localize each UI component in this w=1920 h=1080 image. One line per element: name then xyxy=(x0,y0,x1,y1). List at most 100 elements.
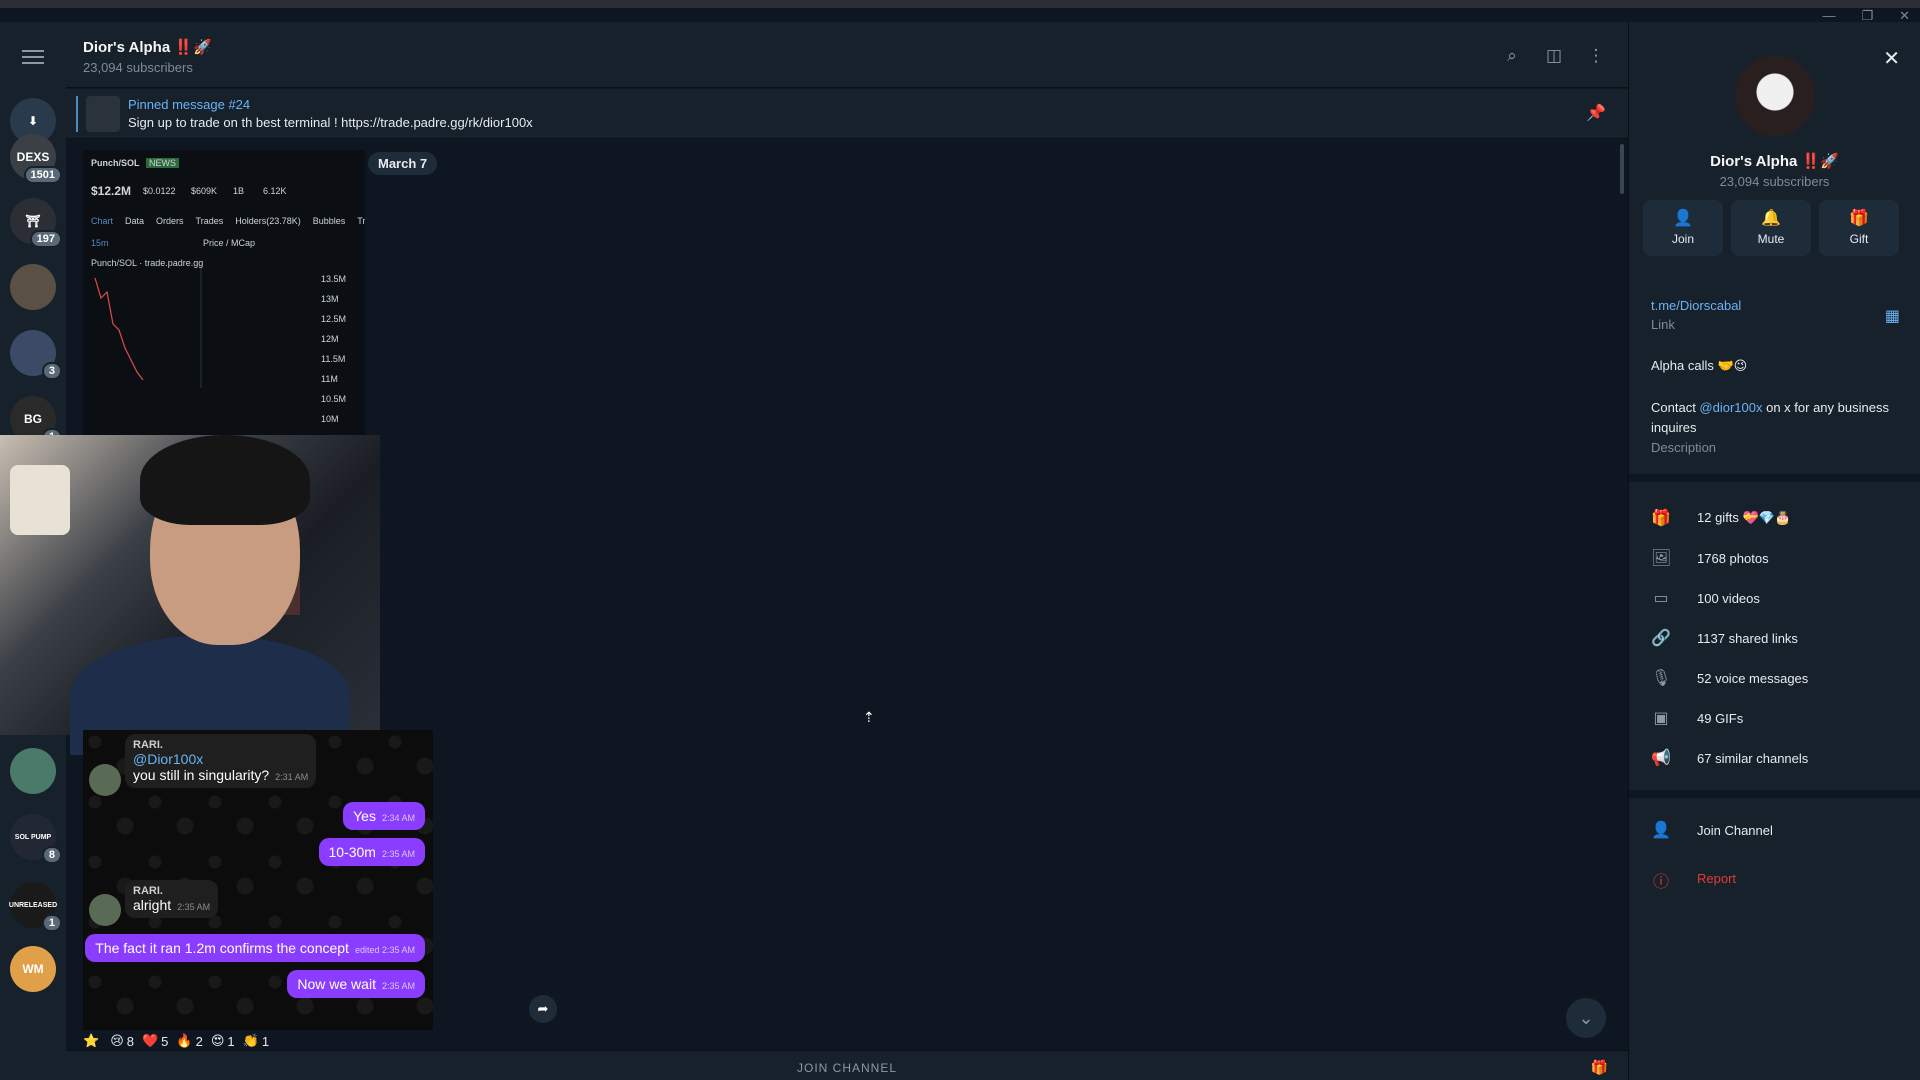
sidebar-chat-label: UNRELEASED xyxy=(8,901,58,909)
chart-tab: Data xyxy=(125,216,145,226)
gift-icon: 🎁 xyxy=(1849,210,1869,227)
scroll-down-button[interactable]: ⌄ xyxy=(1566,998,1606,1038)
media-stat-row[interactable]: 🎙 52 voice messages xyxy=(1651,668,1808,688)
y-tick-label: 11.5M xyxy=(321,354,346,364)
reaction-count: 8 xyxy=(126,1033,134,1049)
media-stat-row[interactable]: 🔗 1137 shared links xyxy=(1651,628,1798,648)
scrollbar[interactable] xyxy=(1620,144,1624,194)
y-tick-label: 10.5M xyxy=(321,394,347,404)
chart-tab: Bubbles xyxy=(312,216,346,226)
chart-tab: Trades xyxy=(195,216,224,226)
webcam-overlay xyxy=(0,435,380,755)
reaction-chip[interactable]: 😍 1 xyxy=(211,1033,235,1049)
media-stat-label: 49 GIFs xyxy=(1697,710,1744,726)
link-icon: 🔗 xyxy=(1651,630,1671,647)
join-button[interactable]: 👤 Join xyxy=(1643,200,1723,256)
unread-badge: 8 xyxy=(41,846,62,864)
reaction-chip[interactable]: ❤️ 5 xyxy=(142,1033,168,1049)
sidebar-chat-avatar[interactable] xyxy=(10,748,56,794)
y-tick-label: 12.5M xyxy=(321,314,347,324)
pair-label: Punch/SOL xyxy=(91,158,140,168)
gift-button[interactable]: 🎁 Gift xyxy=(1819,200,1899,256)
reaction-chip[interactable]: 😢 8 xyxy=(110,1033,134,1049)
reaction-count: 5 xyxy=(161,1033,169,1049)
media-stat-row[interactable]: 📢 67 similar channels xyxy=(1651,748,1808,768)
microphone-icon: 🎙 xyxy=(1651,670,1672,687)
mcap-value: $12.2M xyxy=(91,184,132,198)
pinned-title: Pinned message #24 xyxy=(128,97,251,112)
mute-button[interactable]: 🔔 Mute xyxy=(1731,200,1811,256)
sidebar-chat-avatar[interactable]: 3 xyxy=(10,330,62,380)
sidebar-chat-label: ⛩ xyxy=(25,214,41,228)
outgoing-message: Yes 2:34 AM xyxy=(343,802,425,830)
media-stat-row[interactable]: ▣ 49 GIFs xyxy=(1651,708,1743,728)
join-channel-action[interactable]: 👤 Join Channel xyxy=(1651,820,1773,840)
media-stat-row[interactable]: 🎁 12 gifts 💝💎🎂 xyxy=(1651,508,1791,528)
chart-tab: Trad xyxy=(357,216,365,226)
mouse-cursor: ⇡ xyxy=(863,709,875,725)
sidebar-chat-avatar[interactable]: ⛩ 197 xyxy=(10,198,62,248)
add-user-icon: 👤 xyxy=(1651,822,1671,839)
liquidity-value: $609K xyxy=(191,186,218,196)
mention-link: @Dior100x xyxy=(133,751,204,767)
y-tick-label: 11M xyxy=(321,374,338,384)
sidebar-chat-avatar[interactable]: UNRELEASED 1 xyxy=(8,882,62,932)
hamburger-menu-icon[interactable] xyxy=(22,50,44,64)
divider xyxy=(1629,790,1920,798)
unread-badge: 1501 xyxy=(23,166,62,184)
more-vertical-icon[interactable]: ⋮ xyxy=(1586,46,1606,66)
sender-name: RARI. xyxy=(133,885,163,897)
reaction-chip[interactable]: 👏 1 xyxy=(243,1033,269,1049)
chart-screenshot-image[interactable]: Punch/SOL NEWS $12.2M $0.0122 $609K 1B 6… xyxy=(83,150,365,436)
lamp-shape xyxy=(10,465,70,535)
pinned-list-icon[interactable]: 📌 xyxy=(1586,103,1606,123)
y-tick-label: 12M xyxy=(321,334,339,344)
message-area[interactable]: Punch/SOL NEWS $12.2M $0.0122 $609K 1B 6… xyxy=(0,140,1628,1050)
pinned-indicator xyxy=(76,96,78,132)
divider xyxy=(1629,474,1920,482)
message-text: The fact it ran 1.2m confirms the concep… xyxy=(95,940,349,956)
qr-code-icon[interactable]: ▦ xyxy=(1885,306,1900,326)
message-time: 2:35 AM xyxy=(381,849,415,859)
news-tag: NEWS xyxy=(146,158,180,168)
forward-icon[interactable]: ➦ xyxy=(529,995,557,1023)
channel-link[interactable]: t.me/Diorscabal xyxy=(1651,298,1741,313)
close-icon[interactable]: ✕ xyxy=(1883,46,1900,71)
sidebar-chat-avatar[interactable] xyxy=(10,264,56,310)
channel-title[interactable]: Dior's Alpha ‼️🚀 xyxy=(83,38,212,56)
sidebar-toggle-icon[interactable]: ◫ xyxy=(1544,46,1564,66)
reaction-emoji: 😍 xyxy=(210,1033,225,1048)
y-tick-label: 10M xyxy=(321,414,339,424)
pinned-message-bar[interactable]: Pinned message #24 Sign up to trade on t… xyxy=(66,89,1628,139)
message-time: edited 2:35 AM xyxy=(354,945,415,955)
sidebar-chat-avatar[interactable]: WM xyxy=(10,946,56,992)
message-time: 2:35 AM xyxy=(177,902,211,912)
join-channel-button[interactable]: JOIN CHANNEL xyxy=(66,1061,1628,1075)
media-stat-row[interactable]: ▭ 100 videos xyxy=(1651,588,1759,608)
gift-icon[interactable]: 🎁 xyxy=(1591,1059,1608,1076)
sidebar-chat-avatar[interactable]: DEXS 1501 xyxy=(10,134,62,184)
contact-mention[interactable]: @dior100x xyxy=(1699,400,1762,415)
panel-channel-name: Dior's Alpha ‼️🚀 xyxy=(1710,153,1839,170)
unread-badge: 197 xyxy=(29,230,62,248)
bottom-bar: JOIN CHANNEL 🎁 xyxy=(66,1050,1628,1080)
channel-info-panel: ✕ Dior's Alpha ‼️🚀 23,094 subscribers 👤 J… xyxy=(1628,22,1920,1080)
report-label: Report xyxy=(1697,870,1737,886)
about-text: Alpha calls 🤝😉 xyxy=(1651,358,1748,373)
report-action[interactable]: ⓘ Report xyxy=(1651,868,1737,892)
channel-avatar[interactable] xyxy=(1735,56,1815,136)
supply-value: 1B xyxy=(233,186,245,196)
reaction-chip[interactable]: 🔥 2 xyxy=(176,1033,202,1049)
media-stat-row[interactable]: 🖼 1768 photos xyxy=(1651,548,1769,568)
sidebar-chat-label: BG xyxy=(24,412,42,426)
forwarded-chat-screenshot[interactable]: RARI. @Dior100x you still in singularity… xyxy=(83,730,433,1030)
megaphone-icon: 📢 xyxy=(1651,750,1671,767)
sidebar-chat-avatar[interactable]: SOL PUMP 8 xyxy=(10,814,62,864)
description-label: Description xyxy=(1651,440,1717,455)
message-time: 2:34 AM xyxy=(381,813,415,823)
chart-tab: Chart xyxy=(91,216,114,226)
outgoing-message: The fact it ran 1.2m confirms the concep… xyxy=(85,934,425,962)
reaction-chip[interactable]: ⭐ xyxy=(83,1033,102,1049)
search-icon[interactable]: ⌕ xyxy=(1502,46,1522,66)
sidebar-chat-label: WM xyxy=(22,962,44,976)
